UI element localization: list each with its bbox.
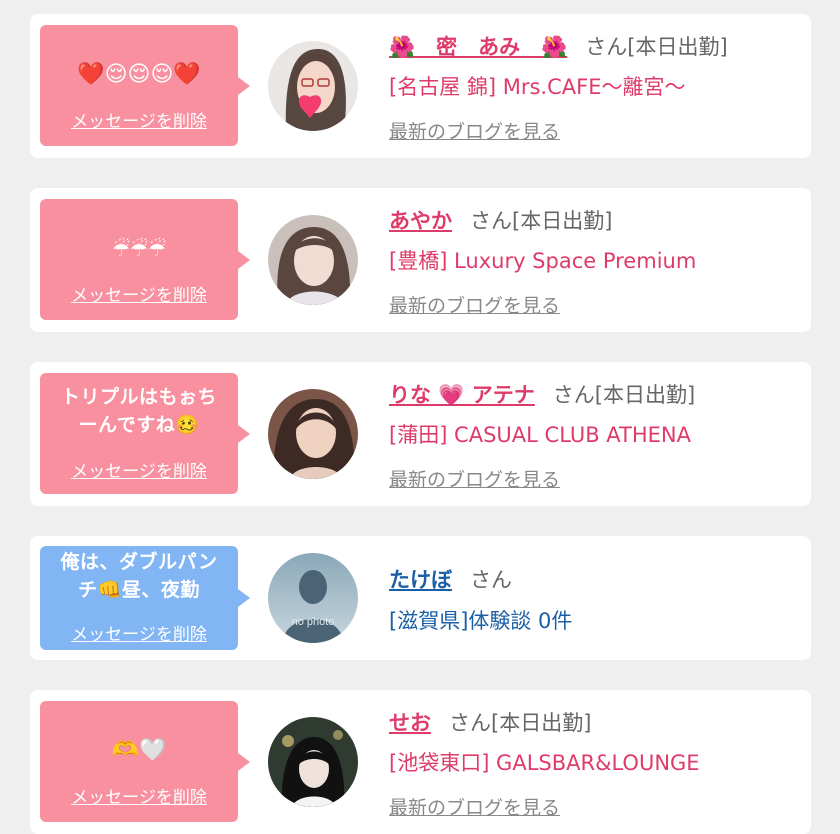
profile-name-line: あやか さん[本日出勤] <box>389 205 612 235</box>
message-bubble: ☔☔☔ メッセージを削除 <box>40 199 250 320</box>
delete-message-link[interactable]: メッセージを削除 <box>40 783 238 808</box>
delete-message-link[interactable]: メッセージを削除 <box>40 620 238 645</box>
delete-message-link[interactable]: メッセージを削除 <box>40 281 238 306</box>
message-text: ☔☔☔ <box>112 237 166 261</box>
message-bubble: 🫶🤍 メッセージを削除 <box>40 701 250 822</box>
profile-name-line: りな 💗 アテナ さん[本日出勤] <box>389 379 695 409</box>
profile-name-line: たけぼ さん <box>389 564 512 594</box>
message-text: 🫶🤍 <box>111 738 167 763</box>
shop-name: [豊橋] Luxury Space Premium <box>389 249 697 273</box>
message-text: ーんですね🥴 <box>78 414 200 436</box>
shop-name: [名古屋 錦] Mrs.CAFE〜離宮〜 <box>389 75 686 99</box>
honorific-label: さん <box>470 568 512 592</box>
message-bubble: 俺は、ダブルパン チ👊昼、夜勤 メッセージを削除 <box>40 546 250 650</box>
message-card: 俺は、ダブルパン チ👊昼、夜勤 メッセージを削除 no photo たけぼ さん … <box>30 536 811 660</box>
profile-name-line: せお さん[本日出勤] <box>389 707 591 737</box>
profile-name-line: 🌺 密 あみ 🌺 さん[本日出勤] <box>389 31 728 61</box>
profile-name-link[interactable]: りな 💗 アテナ <box>389 383 535 407</box>
attendance-status: [本日出勤] <box>491 711 592 735</box>
view-blog-link[interactable]: 最新のブログを見る <box>389 465 560 492</box>
delete-message-link[interactable]: メッセージを削除 <box>40 107 238 132</box>
message-text: ❤️😌😌😌❤️ <box>77 62 201 87</box>
message-text: トリプルはもぉち <box>60 386 217 408</box>
profile-name-link[interactable]: 🌺 密 あみ 🌺 <box>389 35 567 59</box>
profile-name-link[interactable]: たけぼ <box>389 568 452 592</box>
message-text: チ👊昼、夜勤 <box>78 579 200 601</box>
message-card: トリプルはもぉち ーんですね🥴 メッセージを削除 りな 💗 アテナ さん[本日出勤… <box>30 362 811 506</box>
message-bubble: ❤️😌😌😌❤️ メッセージを削除 <box>40 25 250 146</box>
shop-name: [滋賀県]体験談 0件 <box>389 609 573 633</box>
honorific-label: さん <box>449 711 491 735</box>
no-photo-label: no photo <box>292 616 335 628</box>
woman-photo-icon[interactable] <box>268 41 358 131</box>
shop-name: [池袋東口] GALSBAR&LOUNGE <box>389 751 700 775</box>
message-card: ❤️😌😌😌❤️ メッセージを削除 🌺 密 あみ 🌺 さん[本日出勤] [名古屋 錦… <box>30 14 811 158</box>
honorific-label: さん <box>585 35 628 59</box>
message-bubble: トリプルはもぉち ーんですね🥴 メッセージを削除 <box>40 373 250 494</box>
honorific-label: さん <box>470 209 512 233</box>
woman-photo-icon[interactable] <box>268 389 358 479</box>
woman-photo-icon[interactable] <box>268 215 358 305</box>
view-blog-link[interactable]: 最新のブログを見る <box>389 117 560 144</box>
profile-name-link[interactable]: せお <box>389 711 431 735</box>
honorific-label: さん <box>552 383 595 407</box>
view-blog-link[interactable]: 最新のブログを見る <box>389 793 560 820</box>
no-photo-icon[interactable]: no photo <box>268 553 358 643</box>
woman-photo-icon[interactable] <box>268 717 358 807</box>
attendance-status: [本日出勤] <box>627 35 728 59</box>
profile-name-link[interactable]: あやか <box>389 209 452 233</box>
shop-name: [蒲田] CASUAL CLUB ATHENA <box>389 423 691 447</box>
message-text: 俺は、ダブルパン <box>60 551 218 573</box>
delete-message-link[interactable]: メッセージを削除 <box>40 457 238 482</box>
attendance-status: [本日出勤] <box>512 209 613 233</box>
view-blog-link[interactable]: 最新のブログを見る <box>389 291 560 318</box>
message-card: 🫶🤍 メッセージを削除 せお さん[本日出勤] [池袋東口] GALSBAR&LO… <box>30 690 811 834</box>
attendance-status: [本日出勤] <box>594 383 696 407</box>
message-card: ☔☔☔ メッセージを削除 あやか さん[本日出勤] [豊橋] Luxury Spa… <box>30 188 811 332</box>
